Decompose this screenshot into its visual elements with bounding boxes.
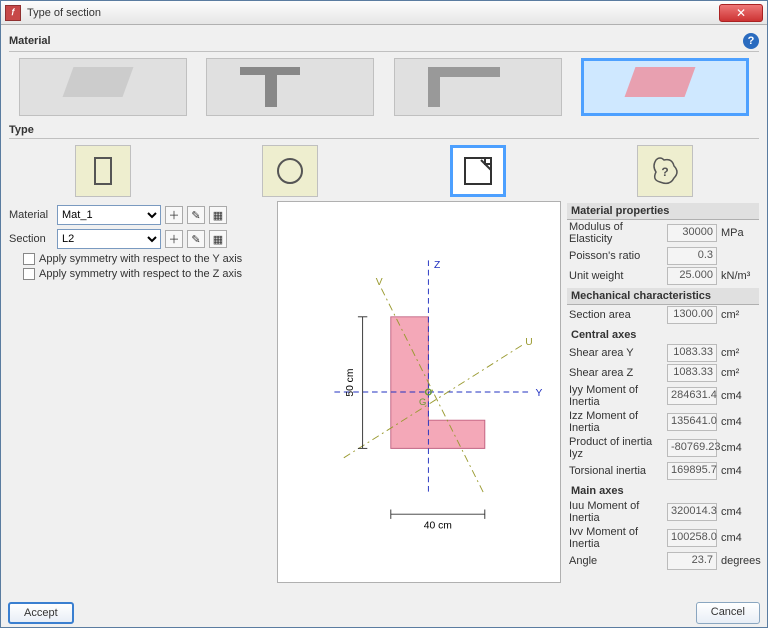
- shearz-unit: cm²: [721, 367, 757, 379]
- material-tile-generic[interactable]: [581, 58, 749, 116]
- dim-height-label: 50 cm: [345, 369, 356, 397]
- symmetry-z-checkbox[interactable]: [23, 268, 35, 280]
- hdr-material-props: Material properties: [567, 203, 759, 220]
- ivv-value: 100258.0: [667, 529, 717, 547]
- sheary-label: Shear area Y: [569, 347, 663, 359]
- iyy-value: 284631.4: [667, 387, 717, 405]
- section-edit-button[interactable]: ✎: [187, 230, 205, 248]
- iyz-unit: cm4: [721, 442, 757, 454]
- izz-label: Izz Moment of Inertia: [569, 410, 663, 434]
- material-group-label: Material ?: [9, 31, 759, 52]
- angle-value: 23.7: [667, 552, 717, 570]
- axis-u-label: U: [525, 337, 532, 348]
- section-definition-panel: Material Mat_1 ＋ ✎ ▦ Section L2 ＋ ✎ ▦ Ap…: [9, 201, 271, 583]
- area-label: Section area: [569, 309, 663, 321]
- iuu-value: 320014.3: [667, 503, 717, 521]
- izz-value: 135641.0: [667, 413, 717, 431]
- svg-text:?: ?: [662, 165, 669, 179]
- material-list-button[interactable]: ▦: [209, 206, 227, 224]
- izz-unit: cm4: [721, 416, 757, 428]
- material-edit-button[interactable]: ✎: [187, 206, 205, 224]
- unitweight-value: 25.000: [667, 267, 717, 285]
- type-group-label: Type: [9, 122, 759, 139]
- symmetry-z-label: Apply symmetry with respect to the Z axi…: [39, 268, 242, 280]
- unitweight-label: Unit weight: [569, 270, 663, 282]
- iyy-label: Iyy Moment of Inertia: [569, 384, 663, 408]
- section-list-button[interactable]: ▦: [209, 230, 227, 248]
- ivv-label: Ivv Moment of Inertia: [569, 526, 663, 550]
- material-tile-steel-rolled[interactable]: [206, 58, 374, 116]
- material-group-text: Material: [9, 35, 51, 47]
- axis-z-label: Z: [434, 260, 440, 271]
- type-tile-custom[interactable]: [450, 145, 506, 197]
- hdr-mech: Mechanical characteristics: [567, 288, 759, 305]
- iuu-unit: cm4: [721, 506, 757, 518]
- plus-icon: ＋: [169, 231, 180, 247]
- material-label: Material: [9, 209, 53, 221]
- properties-panel: Material properties Modulus of Elasticit…: [567, 201, 759, 583]
- help-icon[interactable]: ?: [743, 33, 759, 49]
- area-value: 1300.00: [667, 306, 717, 324]
- cancel-button[interactable]: Cancel: [696, 602, 760, 624]
- angle-label: Angle: [569, 555, 663, 567]
- sheary-value: 1083.33: [667, 344, 717, 362]
- area-unit: cm²: [721, 309, 757, 321]
- type-group-text: Type: [9, 124, 34, 136]
- grid-icon: ▦: [213, 233, 223, 246]
- poisson-value: 0.3: [667, 247, 717, 265]
- iyz-label: Product of inertia Iyz: [569, 436, 663, 460]
- iyz-value: -80769.23: [667, 439, 717, 457]
- tors-unit: cm4: [721, 465, 757, 477]
- type-tile-circle[interactable]: [262, 145, 318, 197]
- modulus-label: Modulus of Elasticity: [569, 221, 663, 245]
- unitweight-unit: kN/m³: [721, 270, 757, 282]
- axis-v-label: V: [376, 277, 383, 288]
- app-icon: 𝑓: [5, 5, 21, 21]
- material-tile-concrete[interactable]: [19, 58, 187, 116]
- material-select[interactable]: Mat_1: [57, 205, 161, 225]
- hdr-central: Central axes: [567, 327, 759, 343]
- modulus-value: 30000: [667, 224, 717, 242]
- tors-label: Torsional inertia: [569, 465, 663, 477]
- hdr-main: Main axes: [567, 483, 759, 499]
- ivv-unit: cm4: [721, 532, 757, 544]
- poisson-label: Poisson's ratio: [569, 250, 663, 262]
- iyy-unit: cm4: [721, 390, 757, 402]
- window-title: Type of section: [27, 7, 719, 19]
- sheary-unit: cm²: [721, 347, 757, 359]
- tors-value: 169895.7: [667, 462, 717, 480]
- axis-y-label: Y: [536, 388, 543, 399]
- iuu-label: Iuu Moment of Inertia: [569, 500, 663, 524]
- grid-icon: ▦: [213, 209, 223, 222]
- material-selector: [9, 52, 759, 120]
- plus-icon: ＋: [169, 207, 180, 223]
- pencil-icon: ✎: [191, 233, 200, 246]
- section-preview: Z Y U V G 40 cm: [277, 201, 561, 583]
- window-close-button[interactable]: ✕: [719, 4, 763, 22]
- angle-unit: degrees: [721, 555, 757, 567]
- centroid-label: G: [419, 396, 426, 407]
- pencil-icon: ✎: [191, 209, 200, 222]
- symmetry-y-label: Apply symmetry with respect to the Y axi…: [39, 253, 242, 265]
- modulus-unit: MPa: [721, 227, 757, 239]
- section-add-button[interactable]: ＋: [165, 230, 183, 248]
- shearz-value: 1083.33: [667, 364, 717, 382]
- shearz-label: Shear area Z: [569, 367, 663, 379]
- symmetry-y-checkbox[interactable]: [23, 253, 35, 265]
- material-tile-steel-coldformed[interactable]: [394, 58, 562, 116]
- material-add-button[interactable]: ＋: [165, 206, 183, 224]
- titlebar: 𝑓 Type of section ✕: [1, 1, 767, 25]
- section-label: Section: [9, 233, 53, 245]
- dim-width-label: 40 cm: [424, 520, 452, 531]
- type-selector: ?: [9, 139, 759, 201]
- section-select[interactable]: L2: [57, 229, 161, 249]
- accept-button[interactable]: Accept: [8, 602, 74, 624]
- type-tile-import[interactable]: ?: [637, 145, 693, 197]
- type-tile-rectangle[interactable]: [75, 145, 131, 197]
